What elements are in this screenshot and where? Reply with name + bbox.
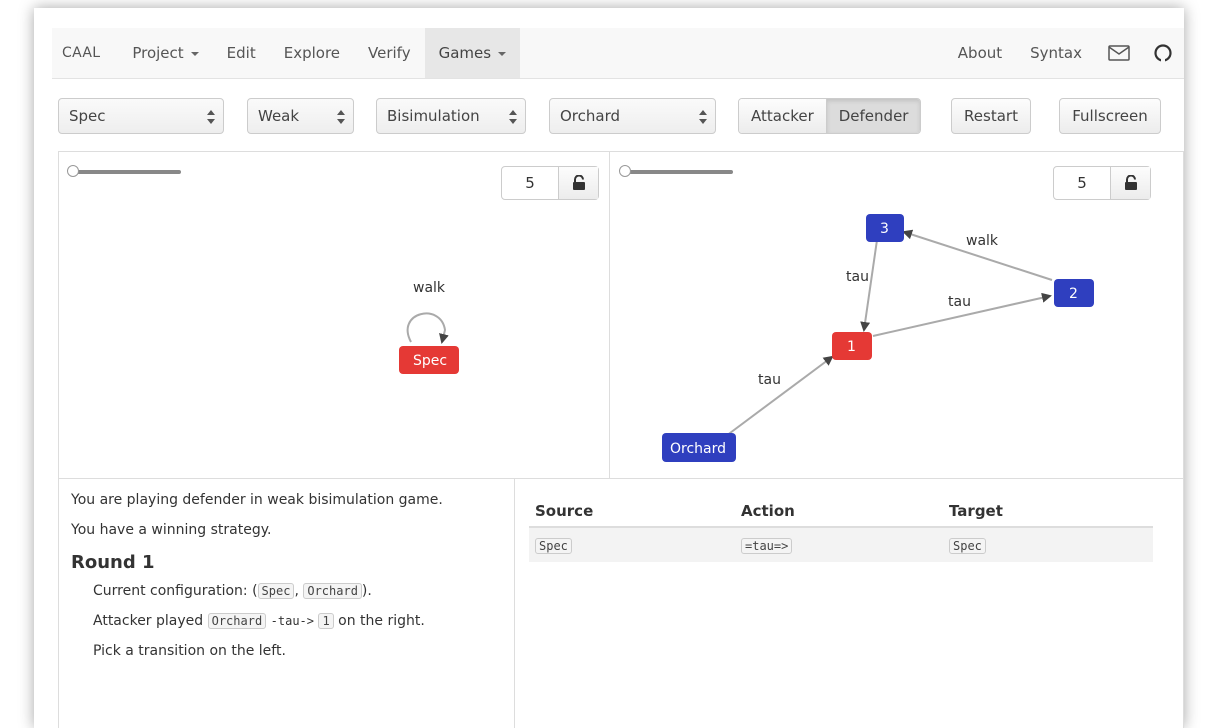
node-1-label: 1 (847, 339, 856, 355)
nav-verify-label: Verify (368, 44, 411, 62)
nav-project[interactable]: Project (118, 28, 212, 78)
transition-table: Source Action Target Spec =tau=> Spec (529, 496, 1153, 562)
relation-select[interactable]: Bisimulation (376, 98, 526, 134)
left-process-value: Spec (69, 107, 106, 125)
github-icon[interactable] (1142, 28, 1184, 78)
config-left-process: Spec (257, 583, 295, 599)
select-arrows-icon (207, 110, 215, 124)
table-row[interactable]: Spec =tau=> Spec (529, 528, 1153, 562)
navbar: CAAL Project Edit Explore Verify Games A… (52, 28, 1184, 79)
log-attack: Attacker played Orchard -tau-> 1 on the … (71, 613, 501, 629)
right-process-select[interactable]: Orchard (549, 98, 716, 134)
edge-label-tau: tau (846, 269, 869, 285)
table-header: Source Action Target (529, 496, 1153, 528)
config-right-process: Orchard (303, 583, 362, 599)
header-action: Action (741, 502, 795, 520)
attack-suffix: on the right. (338, 613, 425, 629)
nav-edit-label: Edit (226, 44, 256, 62)
config-suffix: ). (361, 583, 372, 599)
config-separator: , (294, 583, 304, 599)
right-graph-canvas: walk tau tau tau 3 2 1 Orchard (662, 214, 1094, 462)
attack-to-process: 1 (318, 613, 334, 629)
log-intro: You are playing defender in weak bisimul… (71, 492, 443, 508)
edge-label-tau: tau (948, 294, 971, 310)
left-graph-canvas: walk Spec (399, 280, 459, 374)
select-arrows-icon (699, 110, 707, 124)
cell-action: =tau=> (741, 536, 949, 554)
edge-orchard-1 (725, 355, 834, 437)
action-label: =tau=> (741, 538, 793, 554)
nav-edit[interactable]: Edit (213, 28, 270, 78)
nav-verify[interactable]: Verify (354, 28, 425, 78)
graph-panels: 5 walk Spec 5 walk tau tau tau 3 2 1 Orc… (58, 151, 1184, 479)
game-log-area: You are playing defender in weak bisimul… (58, 478, 1184, 728)
fullscreen-button[interactable]: Fullscreen (1059, 98, 1161, 134)
node-orchard-label: Orchard (670, 441, 726, 457)
config-prefix: Current configuration: ( (93, 583, 258, 599)
cell-source: Spec (529, 536, 741, 554)
nav-about-label: About (957, 44, 1003, 62)
select-arrows-icon (509, 110, 517, 124)
nav-games[interactable]: Games (424, 28, 521, 78)
edge-spec-walk (406, 312, 449, 344)
edge-3-1 (860, 239, 878, 332)
header-source: Source (535, 502, 594, 520)
nav-explore[interactable]: Explore (270, 28, 354, 78)
app-window: CAAL Project Edit Explore Verify Games A… (34, 8, 1184, 728)
source-process: Spec (535, 538, 572, 554)
attacker-button[interactable]: Attacker (739, 99, 826, 133)
log-strategy: You have a winning strategy. (71, 522, 272, 538)
node-3-label: 3 (880, 221, 889, 237)
role-toggle: Attacker Defender (738, 98, 922, 134)
attack-action: -tau-> (270, 614, 314, 628)
game-log: You are playing defender in weak bisimul… (71, 492, 501, 673)
game-toolbar: Spec Weak Bisimulation Orchard Attacker … (58, 98, 1188, 136)
attack-prefix: Attacker played (93, 613, 204, 629)
log-instruction: Pick a transition on the left. (93, 643, 286, 659)
node-spec-label: Spec (413, 353, 447, 369)
strength-select[interactable]: Weak (247, 98, 354, 134)
bottom-divider (514, 478, 515, 728)
log-configuration: Current configuration: (Spec, Orchard). (71, 583, 501, 599)
edge-label-tau: tau (758, 372, 781, 388)
target-process: Spec (949, 538, 986, 554)
nav-project-label: Project (132, 44, 184, 62)
attack-from-process: Orchard (207, 613, 267, 629)
right-process-value: Orchard (560, 107, 621, 125)
caret-down-icon (190, 52, 199, 56)
strength-value: Weak (258, 107, 300, 125)
nav-games-label: Games (438, 44, 492, 62)
edge-label-walk: walk (966, 233, 999, 249)
brand-logo[interactable]: CAAL (52, 45, 118, 61)
edge-label-walk: walk (413, 280, 446, 296)
nav-explore-label: Explore (283, 44, 341, 62)
caret-down-icon (498, 52, 507, 56)
relation-value: Bisimulation (387, 107, 480, 125)
header-target: Target (949, 502, 1003, 520)
nav-about[interactable]: About (944, 28, 1016, 78)
nav-syntax-label: Syntax (1030, 44, 1082, 62)
restart-button[interactable]: Restart (951, 98, 1031, 134)
defender-button[interactable]: Defender (825, 99, 921, 133)
round-heading: Round 1 (71, 552, 155, 573)
mail-icon[interactable] (1096, 28, 1142, 78)
left-process-select[interactable]: Spec (58, 98, 224, 134)
select-arrows-icon (337, 110, 345, 124)
node-2-label: 2 (1069, 286, 1078, 302)
nav-syntax[interactable]: Syntax (1016, 28, 1096, 78)
cell-target: Spec (949, 536, 1153, 554)
